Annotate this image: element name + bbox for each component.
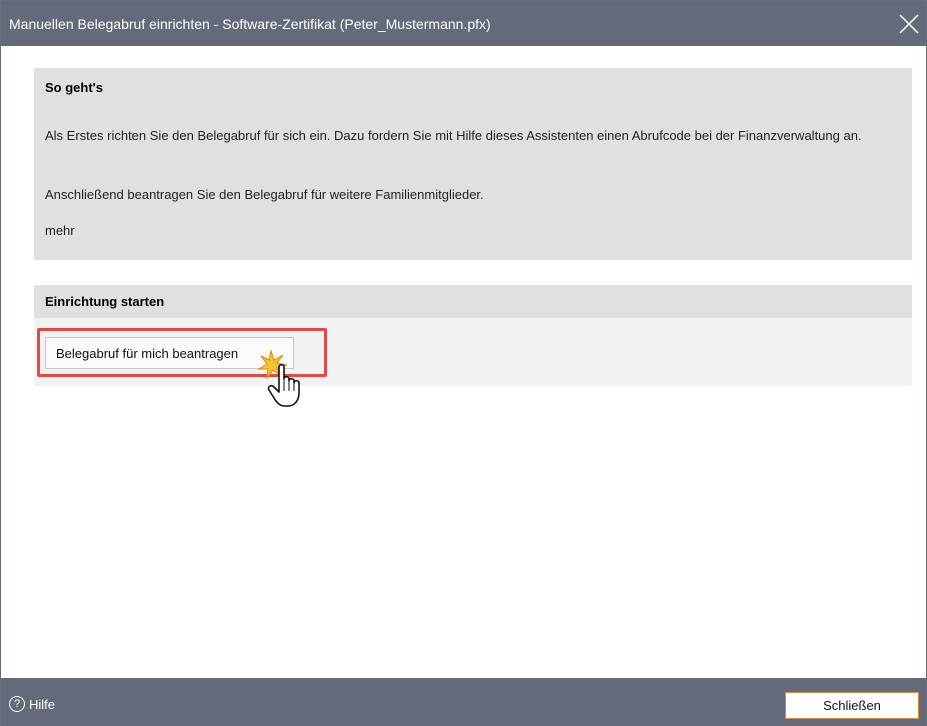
help-circle-icon: ? [9,696,25,712]
info-panel: So geht's Als Erstes richten Sie den Bel… [34,68,912,260]
close-icon[interactable] [892,7,926,41]
title-bar: Manuellen Belegabruf einrichten - Softwa… [1,1,926,46]
info-heading: So geht's [45,80,103,95]
setup-panel-header: Einrichtung starten [34,285,912,318]
footer-bar: ? Hilfe Schließen [1,678,926,726]
info-paragraph-2: Anschließend beantragen Sie den Belegabr… [45,187,484,202]
help-label: Hilfe [29,696,56,712]
close-button[interactable]: Schließen [785,692,919,719]
more-link[interactable]: mehr [45,223,75,238]
window-title: Manuellen Belegabruf einrichten - Softwa… [9,16,491,32]
setup-heading: Einrichtung starten [45,294,165,309]
hand-pointer-icon [257,349,309,409]
help-link[interactable]: ? Hilfe [9,696,55,712]
info-paragraph-1: Als Erstes richten Sie den Belegabruf fü… [45,128,862,143]
dialog-window: Manuellen Belegabruf einrichten - Softwa… [0,0,927,726]
